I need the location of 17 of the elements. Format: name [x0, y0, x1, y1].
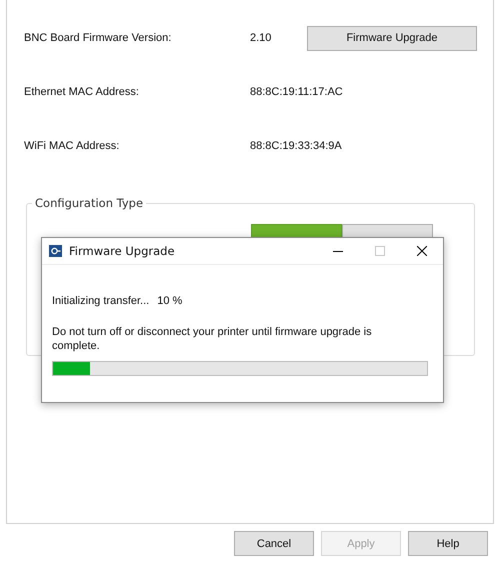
- minimize-icon[interactable]: [333, 250, 343, 252]
- dialog-button[interactable]: Cancel: [234, 531, 314, 556]
- field-label: Ethernet MAC Address:: [24, 86, 140, 98]
- field-label: WiFi MAC Address:: [24, 140, 120, 152]
- field-value: 88:8C:19:33:34:9A: [250, 140, 342, 152]
- app-icon: [49, 245, 62, 257]
- dialog-button[interactable]: Help: [408, 531, 488, 556]
- field-label: BNC Board Firmware Version:: [24, 32, 172, 44]
- firmware-upgrade-button[interactable]: Firmware Upgrade: [307, 26, 477, 50]
- window-title: Firmware Upgrade: [69, 244, 176, 258]
- close-icon[interactable]: [417, 246, 427, 256]
- field-value: 2.10: [250, 32, 272, 44]
- percent-text: 10 %: [157, 295, 182, 307]
- status-text: Initializing transfer...: [52, 295, 150, 307]
- warning-message: Do not turn off or disconnect your printer until firmware upgrade is complete.: [52, 326, 373, 353]
- group-title: Configuration Type: [34, 196, 144, 210]
- field-value: 88:8C:19:11:17:AC: [250, 86, 343, 98]
